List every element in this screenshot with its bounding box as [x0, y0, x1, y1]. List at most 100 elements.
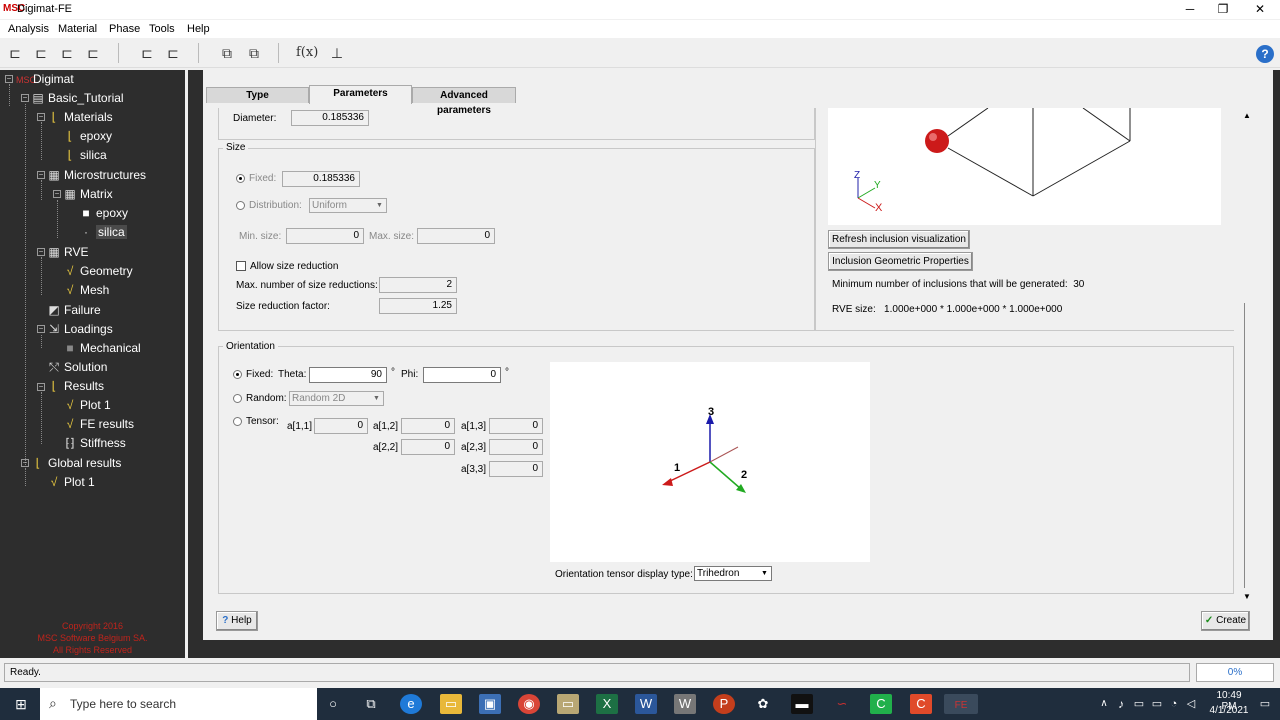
menu-phase[interactable]: Phase: [109, 23, 140, 35]
function-icon[interactable]: f(x): [296, 42, 318, 64]
tab-advanced-parameters[interactable]: Advanced parameters: [412, 87, 516, 116]
file-explorer-icon[interactable]: ▭: [440, 694, 462, 714]
tree-collapse-toggle[interactable]: −: [21, 94, 29, 102]
maximize-button[interactable]: ❐: [1205, 0, 1241, 19]
tree-node-plot1[interactable]: √ Plot 1: [63, 398, 111, 412]
tree-label: Global results: [48, 456, 122, 470]
phi-field[interactable]: 0: [423, 367, 501, 383]
menu-tools[interactable]: Tools: [149, 23, 175, 35]
minimize-button[interactable]: ─: [1172, 0, 1208, 19]
tab-parameters[interactable]: Parameters: [309, 85, 412, 104]
scroll-thumb[interactable]: [1244, 303, 1245, 588]
whiteboard-icon[interactable]: W: [674, 694, 696, 714]
add-inclusion-icon[interactable]: ⊏: [82, 42, 104, 64]
tree-node-phase-silica[interactable]: · silica: [79, 225, 127, 239]
tree-collapse-toggle[interactable]: −: [37, 113, 45, 121]
vertical-scrollbar[interactable]: ▲ ▼: [1240, 108, 1254, 603]
add-material-icon[interactable]: ⊏: [30, 42, 52, 64]
tree-node-basic-tutorial[interactable]: ▤ Basic_Tutorial: [31, 91, 123, 105]
tree-node-loadings[interactable]: ⇲ Loadings: [47, 322, 113, 336]
tree-node-global-plot1[interactable]: √ Plot 1: [47, 475, 95, 489]
tree-node-results[interactable]: ⌊ Results: [47, 379, 104, 393]
tree-node-solution[interactable]: ⤲ Solution: [47, 360, 107, 375]
scroll-up-icon[interactable]: ▲: [1243, 111, 1251, 120]
diameter-field: 0.185336: [291, 110, 369, 126]
tree-collapse-toggle[interactable]: −: [53, 190, 61, 198]
tree-node-geometry[interactable]: √ Geometry: [63, 264, 133, 278]
tree-node-matrix[interactable]: ▦ Matrix: [63, 187, 112, 201]
display-type-select[interactable]: Trihedron ▼: [694, 566, 772, 581]
help-button[interactable]: ? Help: [216, 611, 258, 631]
task-view-icon[interactable]: ⧉: [360, 694, 382, 714]
edge-browser-icon[interactable]: e: [400, 694, 422, 714]
scroll-down-icon[interactable]: ▼: [1243, 592, 1251, 601]
copy-icon[interactable]: ⧉: [216, 42, 238, 64]
size-distribution-radio[interactable]: [236, 201, 245, 210]
tree-node-mesh[interactable]: √ Mesh: [63, 283, 110, 297]
plot-axes-icon[interactable]: ⊥: [326, 42, 348, 64]
paste-icon[interactable]: ⧉: [243, 42, 265, 64]
camtasia-green-icon[interactable]: C: [870, 694, 892, 714]
msc-app-icon[interactable]: ∽: [831, 694, 853, 714]
digimat-fe-taskbar-icon[interactable]: FE: [944, 694, 978, 714]
tree-node-microstructures[interactable]: ▦ Microstructures: [47, 168, 146, 182]
menu-material[interactable]: Material: [58, 23, 97, 35]
word-icon[interactable]: W: [635, 694, 657, 714]
inclusion-geometric-properties-button[interactable]: Inclusion Geometric Properties: [828, 252, 973, 271]
add-loading-icon[interactable]: ⊏: [136, 42, 158, 64]
tree-node-stiffness[interactable]: ⁅⁆ Stiffness: [63, 436, 126, 450]
inclusion-3d-view[interactable]: Z Y X: [828, 107, 1221, 225]
tree-node-fe-results[interactable]: √ FE results: [63, 417, 134, 431]
powerpoint-icon[interactable]: P: [713, 694, 735, 714]
add-phase-icon[interactable]: ⊏: [56, 42, 78, 64]
menu-help[interactable]: Help: [187, 23, 210, 35]
notifications-icon[interactable]: ▭: [1254, 694, 1276, 714]
cortana-icon[interactable]: ○: [322, 694, 344, 714]
allow-size-reduction-checkbox[interactable]: [236, 261, 246, 271]
orientation-random-radio[interactable]: [233, 394, 242, 403]
theta-field[interactable]: 90: [309, 367, 387, 383]
tree-node-mechanical[interactable]: ■ Mechanical: [63, 341, 140, 355]
file-manager-icon[interactable]: ▭: [557, 694, 579, 714]
tree-collapse-toggle[interactable]: −: [21, 459, 29, 467]
inclusion-icon: ·: [84, 225, 88, 239]
orientation-tensor-radio[interactable]: [233, 417, 242, 426]
tree-collapse-toggle[interactable]: −: [37, 248, 45, 256]
volume-icon[interactable]: ◁: [1180, 694, 1202, 714]
tree-node-silica[interactable]: ⌊ silica: [63, 148, 107, 162]
tree-collapse-toggle[interactable]: −: [37, 171, 45, 179]
settings-app-icon[interactable]: ✿: [752, 694, 774, 714]
create-button[interactable]: ✓ Create: [1201, 611, 1250, 631]
help-icon[interactable]: ?: [1256, 45, 1274, 63]
tree-node-phase-epoxy[interactable]: ■ epoxy: [79, 206, 128, 220]
add-analysis-icon[interactable]: ⊏: [4, 42, 26, 64]
close-button[interactable]: ✕: [1242, 0, 1278, 19]
tree-node-materials[interactable]: ⌊ Materials: [47, 110, 113, 124]
orientation-trihedron-view[interactable]: 3 1 2: [550, 362, 870, 562]
excel-icon[interactable]: X: [596, 694, 618, 714]
size-distribution-select[interactable]: Uniform ▼: [309, 198, 387, 213]
tree-collapse-toggle[interactable]: −: [37, 325, 45, 333]
tree-node-rve[interactable]: ▦ RVE: [47, 245, 88, 259]
tree-label: Solution: [64, 360, 108, 374]
orientation-fixed-radio[interactable]: [233, 370, 242, 379]
tree-collapse-toggle[interactable]: −: [37, 383, 45, 391]
size-fixed-radio[interactable]: [236, 174, 245, 183]
refresh-inclusion-visualization-button[interactable]: Refresh inclusion visualization: [828, 230, 970, 249]
menu-analysis[interactable]: Analysis: [8, 23, 49, 35]
tree-node-epoxy[interactable]: ⌊ epoxy: [63, 129, 112, 143]
tree-node-digimat[interactable]: MSCDigimat: [16, 72, 74, 86]
orientation-random-select[interactable]: Random 2D ▼: [289, 391, 384, 406]
store-icon[interactable]: ▣: [479, 694, 501, 714]
taskbar-search-box[interactable]: ⌕ Type here to search: [40, 688, 317, 720]
tab-type[interactable]: Type: [206, 87, 309, 103]
add-result-icon[interactable]: ⊏: [162, 42, 184, 64]
tree-node-failure[interactable]: ◩ Failure: [47, 303, 100, 317]
windows-start-icon[interactable]: ⊞: [10, 694, 32, 714]
tree-node-global-results[interactable]: ⌊ Global results: [31, 456, 122, 470]
chrome-icon[interactable]: ◉: [518, 694, 540, 714]
taskbar-clock-date[interactable]: 4/1/2021: [1208, 705, 1250, 716]
tree-collapse-toggle[interactable]: −: [5, 75, 13, 83]
camtasia-red-icon[interactable]: C: [910, 694, 932, 714]
terminal-icon[interactable]: ▬: [791, 694, 813, 714]
